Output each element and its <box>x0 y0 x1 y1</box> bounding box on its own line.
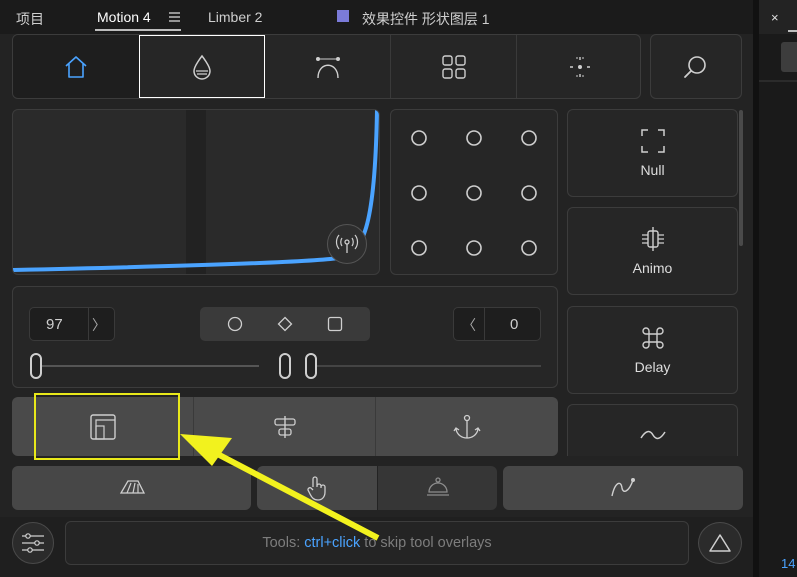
delay-tool-button[interactable]: Delay <box>567 306 738 394</box>
search-button[interactable] <box>650 34 742 99</box>
null-frame-icon <box>640 128 666 154</box>
ease-in-number: 97 <box>46 316 63 333</box>
animo-tool-button[interactable]: Animo <box>567 207 738 295</box>
tip-prefix: Tools: <box>262 535 305 551</box>
grid-four-icon <box>441 54 467 80</box>
tip-shortcut: ctrl+click <box>304 535 361 551</box>
title-color-swatch <box>337 10 349 22</box>
triangle-up-icon <box>708 533 732 553</box>
ease-in-slider-track[interactable] <box>39 365 259 367</box>
anchor-icon <box>453 413 481 441</box>
square-shape-icon[interactable] <box>327 316 343 332</box>
touch-tool-button[interactable] <box>257 466 377 510</box>
hand-pointer-icon <box>305 475 329 501</box>
sliders-icon <box>21 533 45 553</box>
shape-selector <box>200 307 370 341</box>
null-tool-button[interactable]: Null <box>567 109 738 197</box>
tip-bar: Tools: ctrl+click to skip tool overlays <box>65 521 689 565</box>
diamond-shape-icon[interactable] <box>277 316 293 332</box>
delay-tool-label: Delay <box>634 359 671 375</box>
tab-limber[interactable]: Limber 2 <box>208 9 262 25</box>
grid-button[interactable] <box>391 35 516 98</box>
active-tab-underline <box>95 29 181 31</box>
circle-shape-icon[interactable] <box>227 316 243 332</box>
ease-in-slider-handle-end[interactable] <box>279 353 291 379</box>
ease-controls: 97 〉 〈 0 <box>12 286 558 388</box>
tip-suffix: to skip tool overlays <box>360 535 492 551</box>
bezier-button[interactable] <box>265 35 390 98</box>
ease-in-divider <box>88 308 89 340</box>
tab-project[interactable]: 项目 <box>16 9 44 29</box>
motion-path-icon <box>609 476 637 500</box>
ease-out-slider-handle[interactable] <box>305 353 317 379</box>
home-button[interactable] <box>13 35 139 98</box>
anchor-button[interactable] <box>517 35 640 98</box>
anchor-tool-button[interactable] <box>376 397 558 456</box>
animo-icon <box>640 226 666 252</box>
anchor-dots-icon <box>566 53 594 81</box>
right-panel-underline <box>788 30 797 32</box>
bell-tool-button[interactable] <box>378 466 497 510</box>
ease-out-value[interactable]: 〈 0 <box>453 307 541 341</box>
service-bell-icon <box>425 476 451 500</box>
ease-out-slider-track[interactable] <box>317 365 541 367</box>
ease-in-slider-handle[interactable] <box>30 353 42 379</box>
tools-scrollbar[interactable] <box>739 110 743 246</box>
anchor-point-grid <box>390 109 558 275</box>
search-icon <box>682 53 710 81</box>
align-tool-button[interactable] <box>194 397 375 456</box>
main-toolbar <box>12 34 641 99</box>
bezier-curve-icon <box>313 53 343 81</box>
cards-fan-icon <box>118 477 146 499</box>
path-tool-button[interactable] <box>503 466 743 510</box>
cards-tool-button[interactable] <box>12 466 251 510</box>
right-panel <box>759 0 797 577</box>
panel-title: 效果控件 形状图层 1 <box>362 11 490 27</box>
right-panel-header-rule <box>759 80 797 82</box>
drop-button[interactable] <box>139 35 265 98</box>
drop-icon <box>190 53 214 81</box>
ease-out-number: 0 <box>510 316 519 333</box>
broadcast-icon <box>335 233 359 255</box>
ease-in-value[interactable]: 97 〉 <box>29 307 115 341</box>
panel-menu-icon[interactable] <box>169 12 180 22</box>
command-icon <box>640 325 666 351</box>
tab-motion[interactable]: Motion 4 <box>97 9 151 25</box>
align-center-icon <box>271 415 299 439</box>
broadcast-button[interactable] <box>327 224 367 264</box>
ease-out-divider <box>484 308 485 340</box>
wave-tool-button[interactable] <box>567 404 738 456</box>
settings-button[interactable] <box>12 522 54 564</box>
ease-in-chevron[interactable]: 〉 <box>92 315 106 335</box>
anchor-point <box>411 130 427 146</box>
right-panel-number: 14 <box>781 556 796 571</box>
ease-curve-graph[interactable] <box>12 109 380 275</box>
animo-tool-label: Animo <box>632 260 673 276</box>
right-panel-button-partial[interactable] <box>781 42 797 72</box>
ease-out-chevron[interactable]: 〈 <box>462 315 476 335</box>
home-icon <box>62 53 90 81</box>
collapse-up-button[interactable] <box>698 522 742 564</box>
right-close-button[interactable]: × <box>771 10 779 25</box>
wave-icon <box>639 428 666 442</box>
highlight-box <box>34 393 180 460</box>
null-tool-label: Null <box>640 162 665 178</box>
